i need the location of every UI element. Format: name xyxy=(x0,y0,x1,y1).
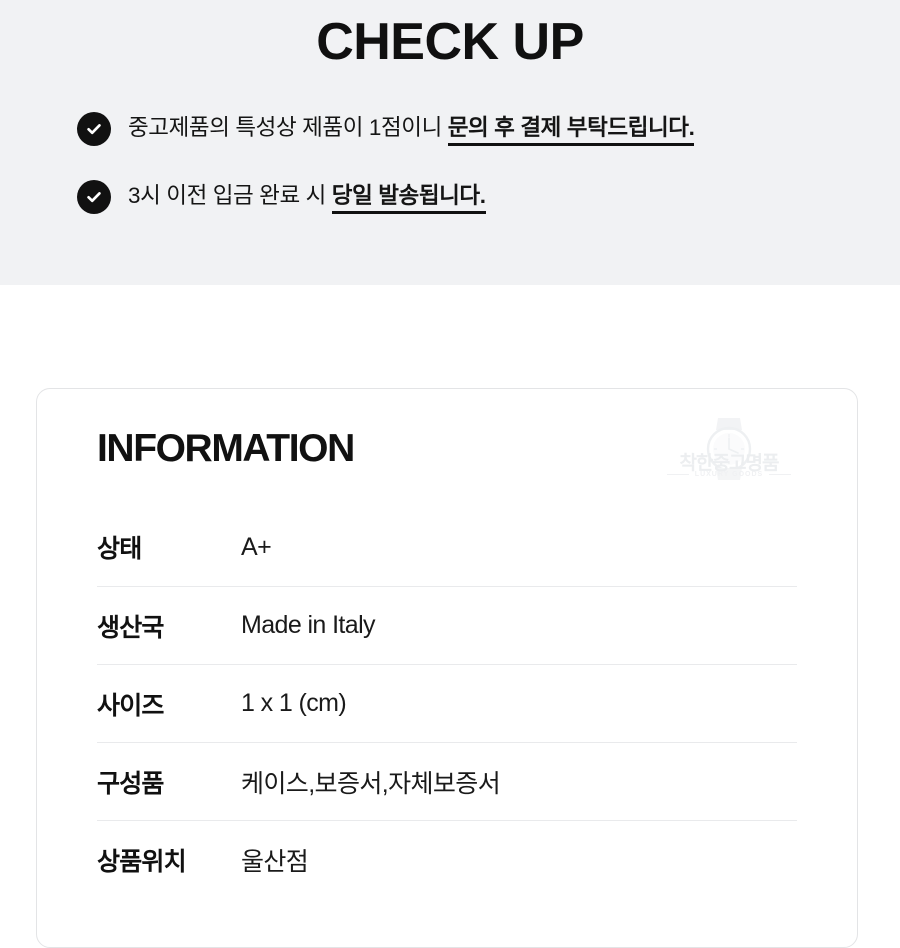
information-table: 상태 A+ 생산국 Made in Italy 사이즈 1 x 1 (cm) 구… xyxy=(97,508,797,898)
checkup-list: 중고제품의 특성상 제품이 1점이니 문의 후 결제 부탁드립니다. 3시 이전… xyxy=(0,110,900,216)
row-value: 울산점 xyxy=(241,847,309,876)
watermark-rule-left xyxy=(667,474,689,475)
row-value: 케이스,보증서,자체보증서 xyxy=(241,769,501,798)
checkup-section: CHECK UP 중고제품의 특성상 제품이 1점이니 문의 후 결제 부탁드립… xyxy=(0,0,900,285)
row-value: Made in Italy xyxy=(241,611,376,639)
table-row: 구성품 케이스,보증서,자체보증서 xyxy=(97,742,797,820)
watch-logo-icon: 착한중고명품 LUXURY GOODS xyxy=(665,416,793,488)
checkup-item-text: 3시 이전 입금 완료 시 당일 발송됩니다. xyxy=(128,178,486,214)
table-row: 상품위치 울산점 xyxy=(97,820,797,898)
information-header: INFORMATION 착한중고명품 LUXURY GOODS xyxy=(97,389,797,514)
checkup-item-plain: 중고제품의 특성상 제품이 1점이니 xyxy=(128,115,448,140)
list-item: 중고제품의 특성상 제품이 1점이니 문의 후 결제 부탁드립니다. xyxy=(77,110,900,148)
row-label: 구성품 xyxy=(97,769,164,798)
row-label: 상태 xyxy=(97,535,142,563)
row-value: 1 x 1 (cm) xyxy=(241,689,347,717)
row-value: A+ xyxy=(241,532,272,561)
watermark-rule-right xyxy=(769,474,791,475)
checkup-item-text: 중고제품의 특성상 제품이 1점이니 문의 후 결제 부탁드립니다. xyxy=(128,110,695,146)
checkup-item-strong: 문의 후 결제 부탁드립니다. xyxy=(447,115,695,146)
section-spacer xyxy=(0,285,900,388)
check-circle-icon xyxy=(77,180,111,214)
table-row: 생산국 Made in Italy xyxy=(97,586,797,664)
check-circle-icon xyxy=(77,112,111,146)
checkup-item-strong: 당일 발송됩니다. xyxy=(331,183,486,214)
row-label: 생산국 xyxy=(97,613,164,642)
watermark-brand: 착한중고명품 xyxy=(679,453,780,474)
checkup-item-plain: 3시 이전 입금 완료 시 xyxy=(128,183,332,208)
row-label: 사이즈 xyxy=(97,691,164,720)
information-title: INFORMATION xyxy=(97,427,355,470)
row-label: 상품위치 xyxy=(97,847,187,876)
list-item: 3시 이전 입금 완료 시 당일 발송됩니다. xyxy=(77,178,900,216)
table-row: 사이즈 1 x 1 (cm) xyxy=(97,664,797,742)
information-card: INFORMATION 착한중고명품 LUXURY GOODS 상태 A+ 생산… xyxy=(36,388,858,948)
watermark-subtitle: LUXURY GOODS xyxy=(694,471,764,478)
table-row: 상태 A+ xyxy=(97,508,797,586)
checkup-title: CHECK UP xyxy=(316,13,584,71)
